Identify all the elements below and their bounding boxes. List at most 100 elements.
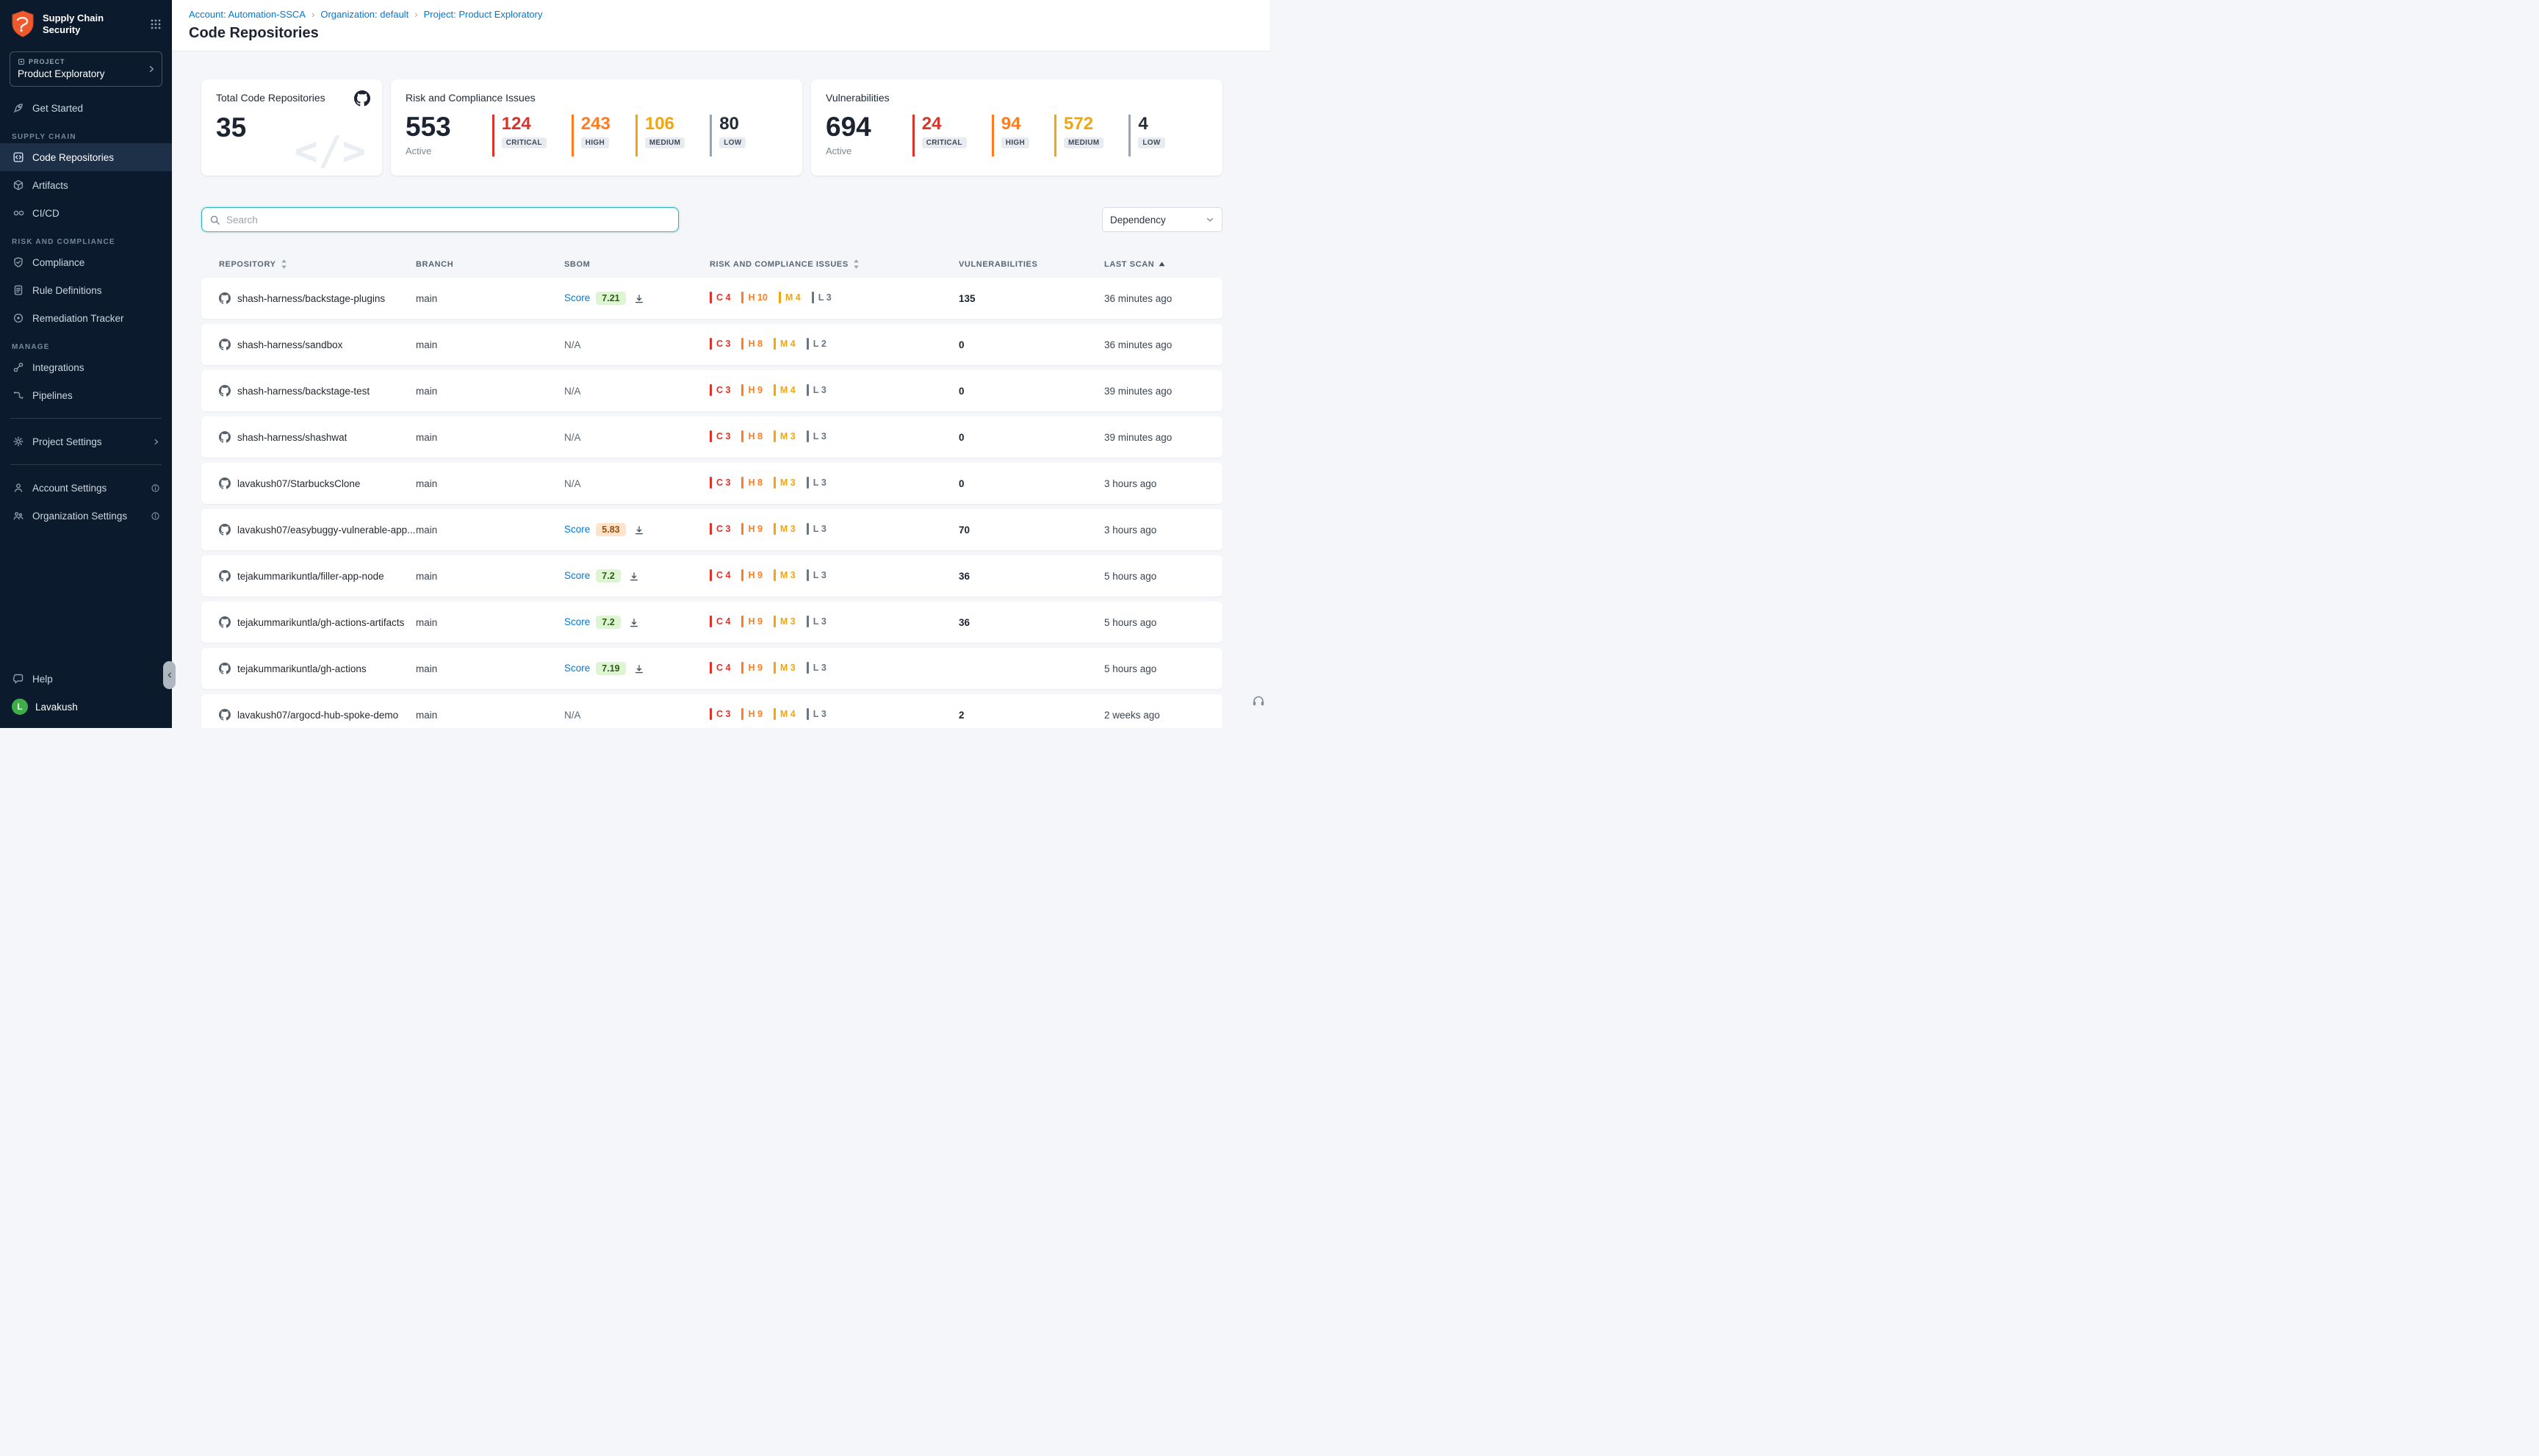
- section-manage: MANAGE: [12, 343, 160, 351]
- repo-name: shash-harness/sandbox: [237, 339, 342, 350]
- sidebar-item-remediation-tracker[interactable]: Remediation Tracker: [0, 304, 172, 332]
- repo-cell[interactable]: shash-harness/sandbox: [219, 339, 416, 350]
- breadcrumb-organization-link[interactable]: Organization: default: [320, 9, 408, 20]
- active-label: Active: [826, 145, 871, 156]
- github-icon: [219, 339, 231, 350]
- sbom-na: N/A: [564, 432, 581, 443]
- sidebar-item-code-repositories[interactable]: Code Repositories: [0, 143, 172, 171]
- sidebar-collapse-handle[interactable]: [163, 661, 176, 689]
- search-input[interactable]: [226, 215, 671, 226]
- table-row[interactable]: lavakush07/easybuggy-vulnerable-app...ma…: [201, 509, 1222, 550]
- repo-cell[interactable]: tejakummarikuntla/filler-app-node: [219, 570, 416, 582]
- breadcrumb-account-link[interactable]: Account: Automation-SSCA: [189, 9, 306, 20]
- repo-cell[interactable]: tejakummarikuntla/gh-actions-artifacts: [219, 616, 416, 628]
- chat-icon: [12, 673, 25, 685]
- table-row[interactable]: lavakush07/argocd-hub-spoke-demomainN/AC…: [201, 694, 1222, 728]
- project-icon: [18, 58, 25, 65]
- risk-chip-high: H 9: [741, 384, 762, 396]
- table-row[interactable]: shash-harness/backstage-testmainN/AC 3H …: [201, 370, 1222, 411]
- download-sbom-icon[interactable]: [634, 664, 644, 674]
- app-title-line1: Supply Chain: [43, 12, 104, 24]
- risk-cell: C 3H 8M 3L 3: [710, 430, 959, 444]
- repo-cell[interactable]: lavakush07/argocd-hub-spoke-demo: [219, 709, 416, 721]
- risk-total-value: 553: [406, 113, 451, 140]
- stat-label: CRITICAL: [502, 137, 547, 148]
- package-icon: [12, 179, 25, 191]
- sidebar-item-pipelines[interactable]: Pipelines: [0, 381, 172, 409]
- sidebar-item-organization-settings[interactable]: Organization Settings: [0, 502, 172, 530]
- repo-cell[interactable]: lavakush07/StarbucksClone: [219, 477, 416, 489]
- repo-cell[interactable]: shash-harness/backstage-test: [219, 385, 416, 397]
- account-icon: [12, 482, 25, 494]
- sidebar-item-rule-definitions[interactable]: Rule Definitions: [0, 276, 172, 304]
- stat-label: MEDIUM: [645, 137, 685, 148]
- table-body: shash-harness/backstage-plugins main Score…: [201, 278, 1222, 728]
- sidebar-item-label: Account Settings: [32, 483, 107, 494]
- sidebar-item-compliance[interactable]: Compliance: [0, 248, 172, 276]
- table-row[interactable]: tejakummarikuntla/gh-actions-artifactsma…: [201, 602, 1222, 643]
- sidebar-item-artifacts[interactable]: Artifacts: [0, 171, 172, 199]
- app-root: Supply Chain Security PROJECT Product Ex…: [0, 0, 1270, 728]
- repo-name: tejakummarikuntla/gh-actions-artifacts: [237, 617, 404, 628]
- module-grid-icon[interactable]: [150, 18, 162, 30]
- repo-name: tejakummarikuntla/gh-actions: [237, 663, 367, 674]
- github-icon: [219, 477, 231, 489]
- last-scan-cell: 5 hours ago: [1104, 617, 1205, 628]
- sidebar-item-get-started[interactable]: Get Started: [0, 94, 172, 122]
- risk-chip-medium: M 3: [774, 430, 796, 442]
- dependency-filter-dropdown[interactable]: Dependency: [1102, 207, 1222, 232]
- download-sbom-icon[interactable]: [634, 294, 644, 304]
- risk-chip-low: L 2: [807, 338, 826, 350]
- user-profile[interactable]: L Lavakush: [0, 693, 172, 721]
- table-row[interactable]: tejakummarikuntla/filler-app-nodemainSco…: [201, 555, 1222, 597]
- sidebar-item-ci-cd[interactable]: CI/CD: [0, 199, 172, 227]
- project-name: Product Exploratory: [18, 68, 143, 79]
- project-selector[interactable]: PROJECT Product Exploratory: [10, 51, 162, 87]
- repo-cell[interactable]: tejakummarikuntla/gh-actions: [219, 663, 416, 674]
- download-sbom-icon[interactable]: [629, 618, 639, 628]
- branch-cell: main: [416, 710, 564, 721]
- breadcrumb-project-link[interactable]: Project: Product Exploratory: [424, 9, 543, 20]
- risk-chip-high: H 8: [741, 338, 762, 350]
- search-box: [201, 207, 679, 232]
- risk-chip-critical: C 4: [710, 616, 730, 627]
- sbom-cell: Score7.21: [564, 292, 710, 303]
- summary-cards: Total Code Repositories 35 </> Risk and …: [201, 79, 1222, 176]
- sbom-score-value: 5.83: [596, 523, 625, 536]
- table-row[interactable]: lavakush07/StarbucksClonemainN/AC 3H 8M …: [201, 463, 1222, 504]
- vulnerabilities-cell: 36: [959, 571, 1104, 582]
- shield-check-icon: [12, 256, 25, 268]
- table-row[interactable]: shash-harness/sandboxmainN/AC 3H 8M 4L 2…: [201, 324, 1222, 365]
- branch-cell: main: [416, 339, 564, 350]
- breadcrumb-separator: ›: [414, 9, 417, 20]
- repo-cell[interactable]: lavakush07/easybuggy-vulnerable-app...: [219, 524, 416, 536]
- col-last-scan[interactable]: LAST SCAN: [1104, 260, 1205, 269]
- col-repository[interactable]: REPOSITORY: [219, 259, 416, 269]
- col-risk-and-compliance[interactable]: RISK AND COMPLIANCE ISSUES: [710, 259, 959, 269]
- repo-cell[interactable]: shash-harness/backstage-plugins: [219, 292, 416, 304]
- info-icon: [151, 483, 160, 493]
- table-row[interactable]: shash-harness/shashwatmainN/AC 3H 8M 3L …: [201, 417, 1222, 458]
- risk-chip-low: L 3: [812, 292, 832, 303]
- card-title: Risk and Compliance Issues: [406, 92, 788, 104]
- table-row[interactable]: tejakummarikuntla/gh-actionsmainScore7.1…: [201, 648, 1222, 689]
- last-scan-cell: 39 minutes ago: [1104, 386, 1205, 397]
- breadcrumb: Account: Automation-SSCA › Organization:…: [189, 9, 1252, 20]
- repo-name: lavakush07/argocd-hub-spoke-demo: [237, 710, 398, 721]
- support-headset-icon[interactable]: [1251, 693, 1266, 712]
- sidebar-item-help[interactable]: Help: [0, 665, 172, 693]
- sidebar-item-account-settings[interactable]: Account Settings: [0, 474, 172, 502]
- download-sbom-icon[interactable]: [634, 525, 644, 536]
- content: Total Code Repositories 35 </> Risk and …: [172, 51, 1270, 728]
- sidebar-item-project-settings[interactable]: Project Settings: [0, 428, 172, 455]
- severity-stat-low: 80LOW: [710, 115, 746, 156]
- sidebar-item-integrations[interactable]: Integrations: [0, 353, 172, 381]
- chevron-down-icon: [1206, 215, 1214, 224]
- repo-cell[interactable]: shash-harness/shashwat: [219, 431, 416, 443]
- branch-cell: main: [416, 525, 564, 536]
- risk-cell: C 3H 8M 3L 3: [710, 477, 959, 491]
- risk-chip-low: L 3: [807, 523, 826, 535]
- download-sbom-icon[interactable]: [629, 572, 639, 582]
- table-row[interactable]: shash-harness/backstage-pluginsmainScore…: [201, 278, 1222, 319]
- sbom-na: N/A: [564, 339, 581, 350]
